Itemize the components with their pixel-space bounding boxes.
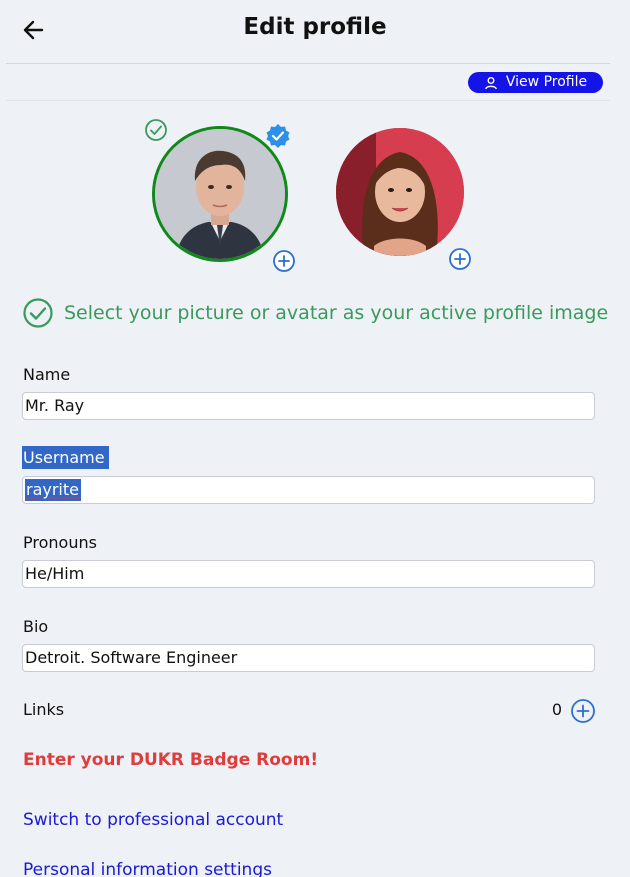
verified-badge-icon: [266, 124, 290, 148]
links-count: 0: [551, 700, 562, 719]
pronouns-value: He/Him: [25, 564, 85, 583]
woman-portrait-image: [336, 128, 464, 256]
add-avatar-icon[interactable]: [448, 247, 472, 271]
name-label: Name: [23, 365, 71, 384]
links-row: Links 0: [22, 698, 596, 724]
check-circle-icon: [23, 298, 53, 328]
add-link-icon[interactable]: [570, 698, 596, 724]
avatar-picture[interactable]: [336, 128, 464, 256]
select-image-message: Select your picture or avatar as your ac…: [22, 297, 608, 329]
pronouns-input[interactable]: He/Him: [22, 560, 595, 588]
user-icon: [484, 76, 497, 89]
edit-profile-page: Edit profile View Profile Select your pi…: [0, 0, 630, 877]
links-label: Links: [23, 700, 65, 719]
username-value: rayrite: [25, 479, 81, 501]
name-value: Mr. Ray: [25, 396, 85, 415]
professional-account-link[interactable]: Switch to professional account: [23, 810, 283, 830]
active-check-icon: [145, 119, 167, 141]
personal-settings-link[interactable]: Personal information settings: [23, 860, 272, 877]
view-profile-button[interactable]: View Profile: [468, 72, 603, 93]
username-input[interactable]: rayrite: [22, 476, 595, 504]
select-image-text: Select your picture or avatar as your ac…: [64, 302, 609, 324]
view-profile-label: View Profile: [505, 74, 588, 90]
pronouns-label: Pronouns: [23, 533, 97, 552]
username-label: Username: [22, 446, 109, 469]
header-divider: [6, 63, 610, 64]
name-input[interactable]: Mr. Ray: [22, 392, 595, 420]
bio-label: Bio: [23, 617, 49, 636]
badge-room-link[interactable]: Enter your DUKR Badge Room!: [23, 750, 318, 770]
page-title: Edit profile: [243, 14, 387, 40]
bio-value: Detroit. Software Engineer: [25, 648, 238, 667]
header: Edit profile: [0, 0, 630, 62]
add-photo-icon[interactable]: [272, 249, 296, 273]
bio-input[interactable]: Detroit. Software Engineer: [22, 644, 595, 672]
section-divider: [6, 100, 610, 101]
